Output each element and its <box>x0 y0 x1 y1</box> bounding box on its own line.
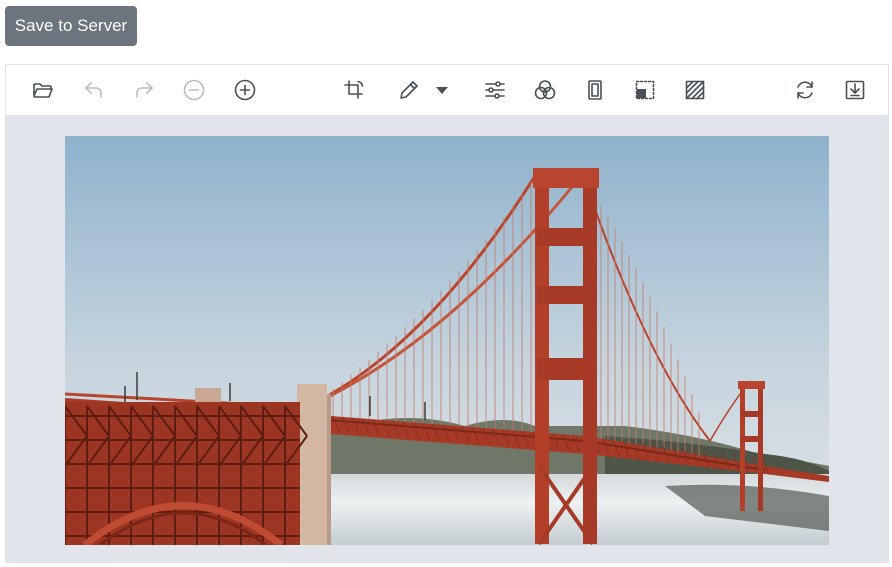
zoom-in-icon <box>234 79 256 101</box>
image-canvas[interactable] <box>6 116 888 562</box>
save-to-server-button[interactable]: Save to Server <box>5 6 137 46</box>
image-editor <box>5 64 889 563</box>
redact-button[interactable] <box>628 73 662 107</box>
reset-icon <box>797 81 813 99</box>
frame-icon <box>588 80 602 100</box>
undo-button[interactable] <box>77 73 111 107</box>
finetune-sliders-icon <box>485 81 505 99</box>
crop-transform-icon <box>344 80 364 99</box>
golden-gate-bridge-photo <box>65 136 829 545</box>
annotate-pen-icon <box>400 81 418 99</box>
zoom-in-button[interactable] <box>228 73 262 107</box>
redact-icon <box>635 80 655 100</box>
finetune-button[interactable] <box>478 73 512 107</box>
editor-toolbar <box>6 65 888 116</box>
download-button[interactable] <box>838 73 872 107</box>
undo-icon <box>85 82 102 98</box>
filters-icon <box>534 80 556 100</box>
crop-button[interactable] <box>337 73 371 107</box>
open-button[interactable] <box>26 73 60 107</box>
filters-button[interactable] <box>528 73 562 107</box>
frame-button[interactable] <box>578 73 612 107</box>
annotate-button[interactable] <box>392 73 426 107</box>
redo-button[interactable] <box>127 73 161 107</box>
open-icon <box>33 83 53 98</box>
annotate-dropdown-icon <box>436 87 448 94</box>
redo-icon <box>136 82 153 98</box>
reset-button[interactable] <box>788 73 822 107</box>
zoom-out-button[interactable] <box>177 73 211 107</box>
zoom-out-icon <box>183 79 205 101</box>
texture-button[interactable] <box>678 73 712 107</box>
save-download-icon <box>845 80 865 100</box>
annotate-dropdown-button[interactable] <box>427 73 457 107</box>
texture-icon <box>685 80 705 100</box>
